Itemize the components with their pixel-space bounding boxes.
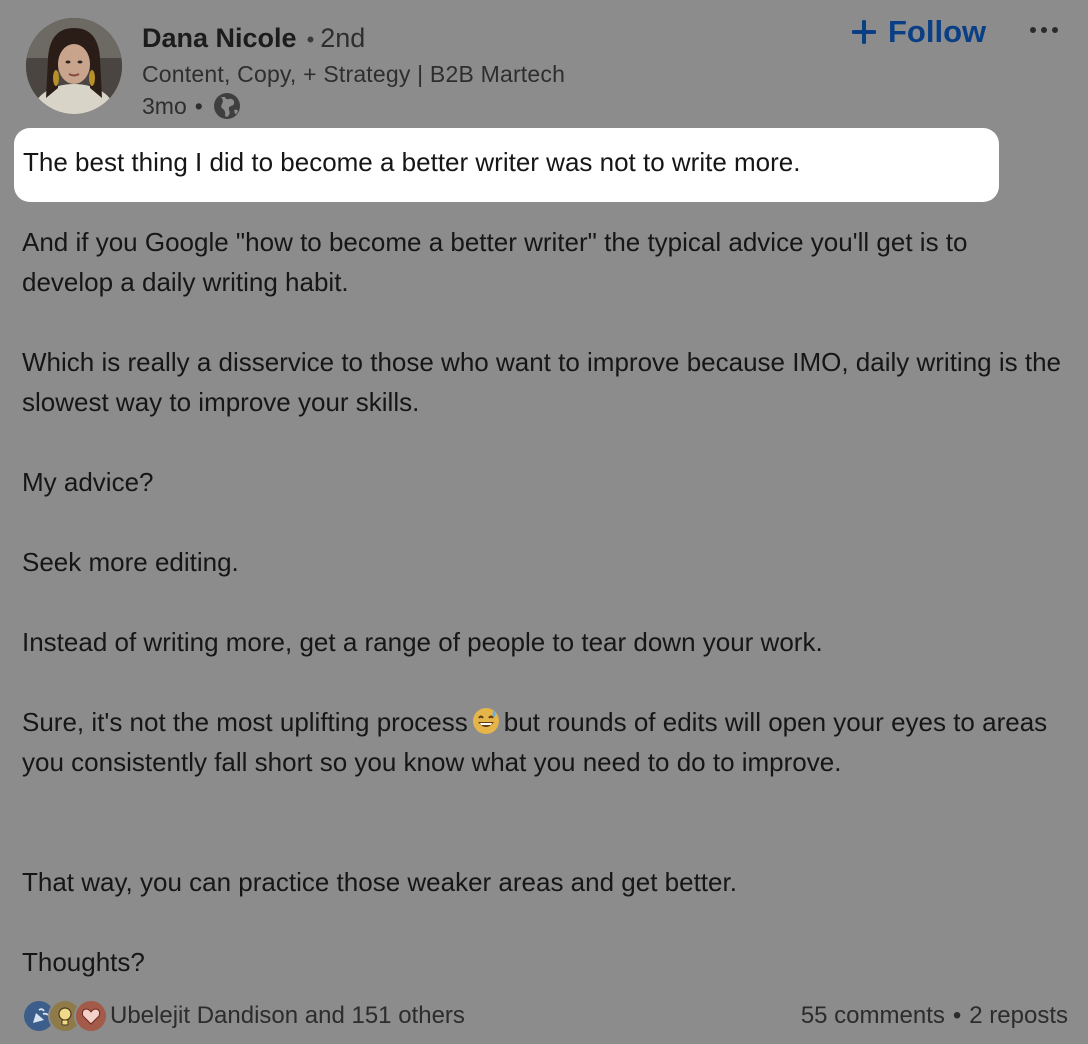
- reactions-count[interactable]: Ubelejit Dandison and 151 others: [110, 999, 465, 1033]
- post-paragraph: Instead of writing more, get a range of …: [22, 627, 823, 657]
- avatar[interactable]: [26, 18, 122, 114]
- post-paragraph: Which is really a disservice to those wh…: [22, 347, 1061, 417]
- separator-dot: •: [952, 1002, 962, 1029]
- separator-dot: •: [306, 27, 315, 52]
- more-icon[interactable]: [1026, 14, 1062, 46]
- highlight-text: The best thing I did to become a better …: [23, 147, 801, 177]
- linkedin-post: Dana Nicole • 2nd Content, Copy, + Strateg…: [0, 0, 1088, 1044]
- post-paragraph: Thoughts?: [22, 947, 145, 977]
- follow-label: Follow: [888, 14, 987, 49]
- globe-icon: [213, 92, 241, 120]
- post-paragraph: And if you Google "how to become a bette…: [22, 227, 968, 297]
- author-name[interactable]: Dana Nicole: [142, 23, 297, 53]
- avatar-photo: [26, 18, 122, 114]
- comments-count[interactable]: 55 comments: [801, 1002, 945, 1029]
- paragraph-text: Sure, it's not the most uplifting proces…: [22, 707, 468, 737]
- connection-degree: 2nd: [320, 23, 366, 53]
- reposts-count[interactable]: 2 reposts: [969, 1002, 1068, 1029]
- author-name-row: Dana Nicole • 2nd: [142, 20, 365, 58]
- highlighted-sentence: The best thing I did to become a better …: [14, 128, 999, 202]
- grinning-sweat-emoji-icon: [472, 707, 500, 735]
- post-time: 3mo: [142, 93, 187, 119]
- post-meta: 3mo •: [142, 90, 241, 122]
- post-paragraph: That way, you can practice those weaker …: [22, 867, 737, 897]
- reaction-icons[interactable]: [22, 999, 108, 1033]
- plus-icon: [850, 18, 878, 46]
- separator-dot: •: [194, 93, 203, 119]
- post-paragraph: My advice?: [22, 467, 154, 497]
- author-headline: Content, Copy, + Strategy | B2B Martech: [142, 61, 566, 87]
- love-icon: [74, 999, 108, 1033]
- post-stats: 55 comments • 2 reposts: [801, 999, 1068, 1033]
- post-paragraph: Seek more editing.: [22, 547, 239, 577]
- follow-button[interactable]: Follow: [850, 12, 986, 52]
- post-paragraph: Sure, it's not the most uplifting proces…: [22, 702, 1062, 782]
